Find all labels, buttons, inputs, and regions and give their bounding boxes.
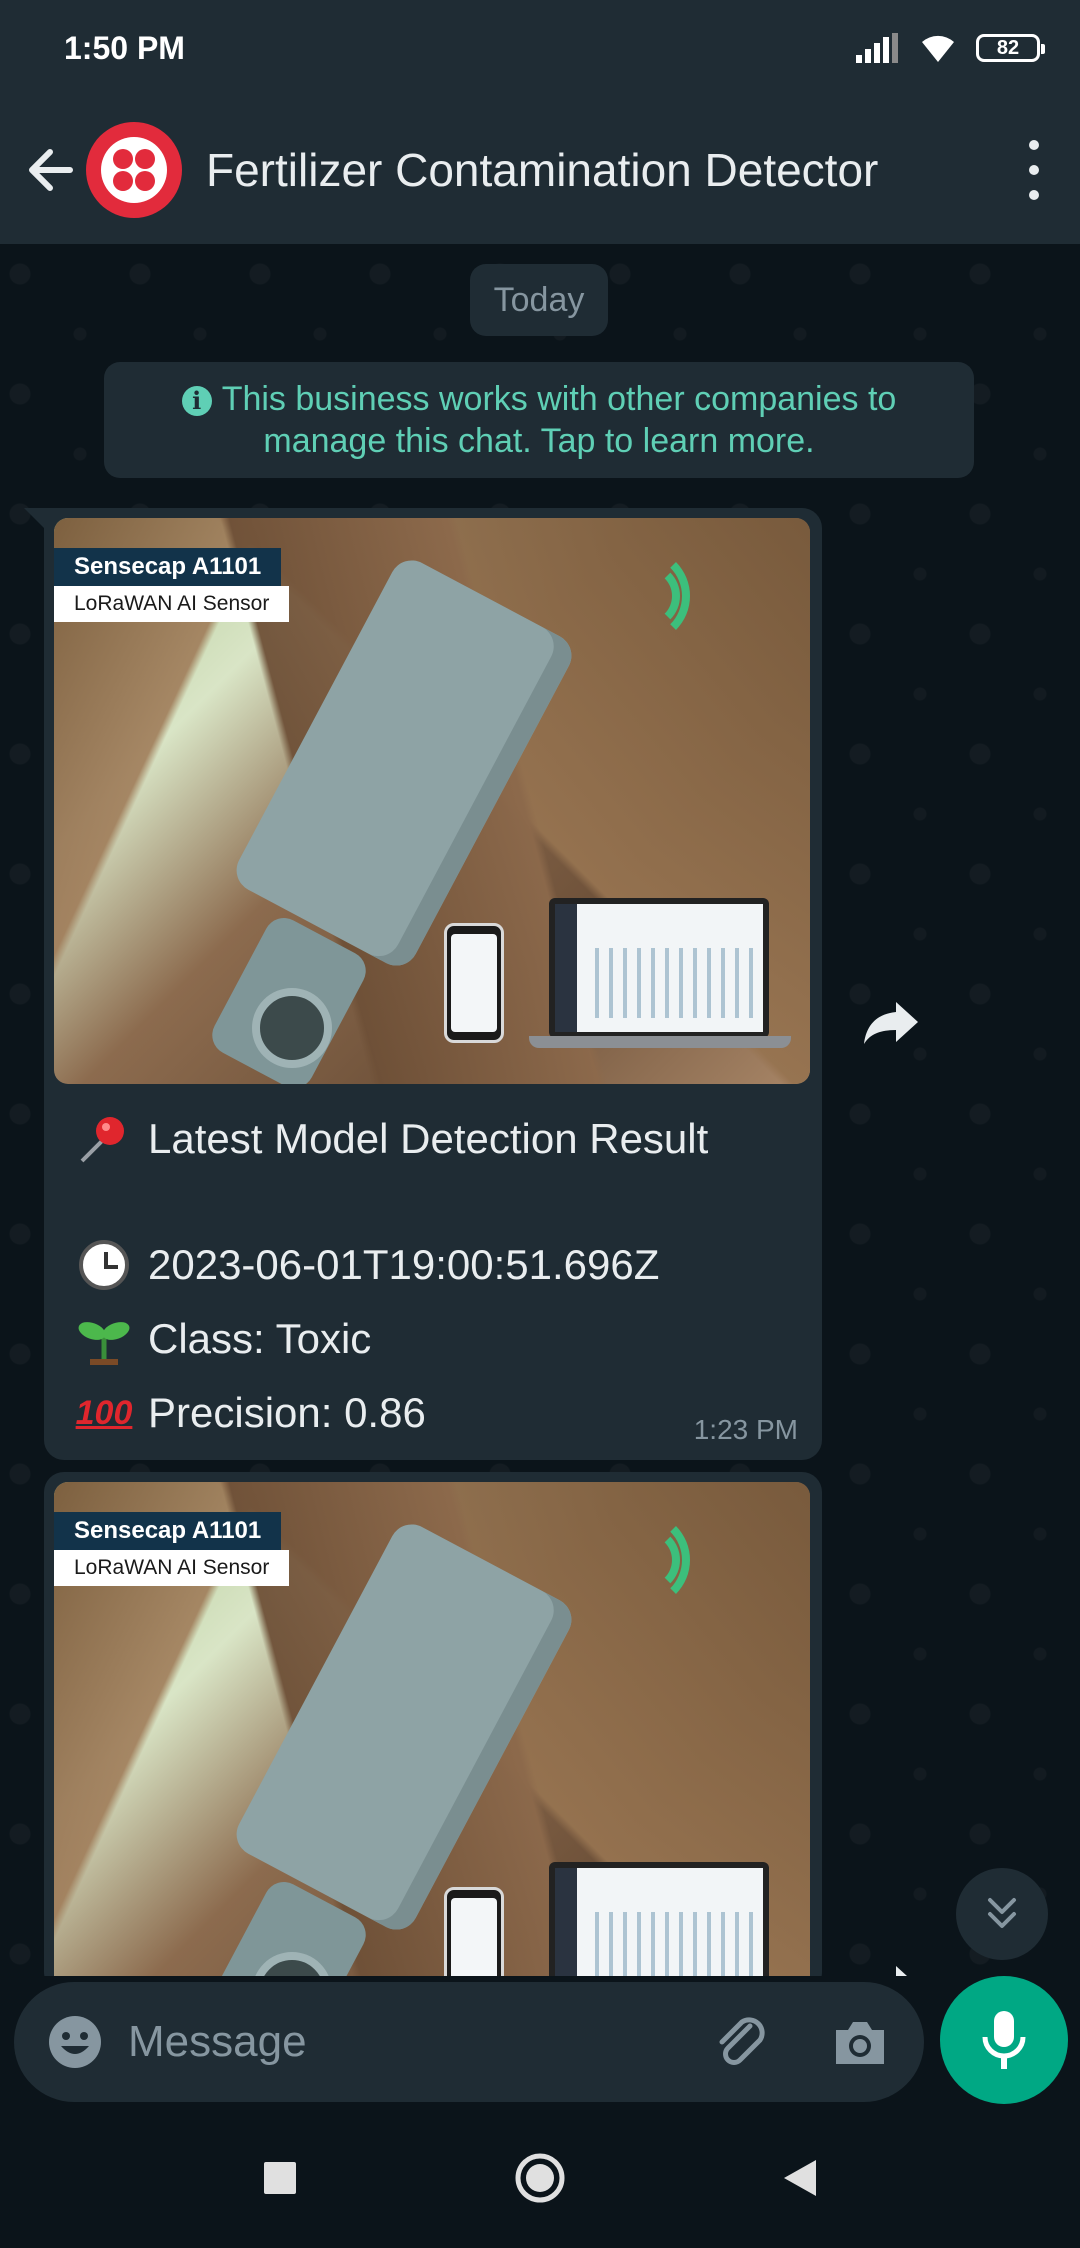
image-brand-title: Sensecap A1101 [54,1512,282,1550]
seedling-icon [72,1307,136,1371]
date-chip: Today [470,264,608,336]
image-brand-subtitle: LoRaWAN AI Sensor [54,1550,290,1586]
system-back-button[interactable] [770,2148,830,2208]
chat-header: Fertilizer Contamination Detector [0,96,1080,244]
message-bubble[interactable]: Sensecap A1101 LoRaWAN AI Sensor Latest … [24,508,822,1460]
pushpin-icon [72,1107,136,1171]
sensor-image[interactable]: Sensecap A1101 LoRaWAN AI Sensor [54,518,810,1084]
message-class-line: Class: Toxic [72,1302,796,1376]
image-brand-title: Sensecap A1101 [54,548,282,586]
attach-button[interactable] [704,2006,776,2078]
message-input[interactable] [126,2001,690,2083]
message-bubble[interactable]: Sensecap A1101 LoRaWAN AI Sensor [44,1472,822,1976]
message-timestamp-line: 2023-06-01T19:00:51.696Z [72,1228,796,1302]
more-options-button[interactable] [1014,140,1054,200]
detection-class: Class: Toxic [148,1315,372,1362]
forward-button[interactable] [852,982,932,1062]
recent-apps-button[interactable] [250,2148,310,2208]
status-bar: 1:50 PM 82 [0,0,1080,96]
message-heading-line: Latest Model Detection Result [72,1102,796,1176]
avatar[interactable] [86,122,182,218]
chat-area[interactable]: Today i This business works with other co… [0,244,1080,1976]
emoji-button[interactable] [40,2007,110,2077]
home-button[interactable] [510,2148,570,2208]
status-icons: 82 [856,32,1045,64]
detection-timestamp: 2023-06-01T19:00:51.696Z [148,1241,660,1288]
image-brand-subtitle: LoRaWAN AI Sensor [54,586,290,622]
triangle-icon [784,2160,816,2196]
business-info-text: This business works with other companies… [221,380,897,460]
forward-icon [896,1966,907,1976]
paperclip-icon [719,2017,765,2065]
forward-button[interactable] [852,1946,932,1976]
chat-title[interactable]: Fertilizer Contamination Detector [206,143,878,197]
message-heading: Latest Model Detection Result [148,1115,709,1162]
camera-button[interactable] [824,2006,896,2078]
message-precision-line: 100 Precision: 0.86 [72,1376,796,1450]
clock-icon [72,1233,136,1297]
voice-message-button[interactable] [940,1976,1068,2104]
business-info-notice[interactable]: i This business works with other companie… [104,362,974,478]
double-chevron-down-icon [988,1898,1016,1928]
scroll-to-bottom-button[interactable] [956,1868,1048,1960]
detection-precision: Precision: 0.86 [148,1389,426,1436]
circle-icon [515,2153,565,2203]
emoji-icon [49,2016,101,2068]
hundred-points-icon: 100 [75,1394,133,1432]
forward-icon [864,1002,918,1044]
signal-icon [856,33,898,63]
camera-icon [836,2022,884,2064]
message-text: Latest Model Detection Result 2023-06-01… [54,1084,812,1450]
battery-level: 82 [996,36,1020,59]
composer [0,1976,1080,2108]
wifi-icon [922,35,954,62]
system-nav-bar [0,2108,1080,2248]
message-input-box [14,1982,924,2102]
square-icon [264,2162,296,2194]
battery-indicator: 82 [976,34,1045,62]
more-vert-icon [1029,140,1039,150]
message-time: 1:23 PM [693,1414,798,1445]
status-time: 1:50 PM [64,29,185,66]
sensor-image[interactable]: Sensecap A1101 LoRaWAN AI Sensor [54,1482,810,1976]
mic-icon [982,2011,1026,2069]
arrow-left-icon [29,149,73,191]
twilio-logo [101,137,167,203]
info-icon: i [181,386,212,417]
back-button[interactable] [10,130,90,210]
